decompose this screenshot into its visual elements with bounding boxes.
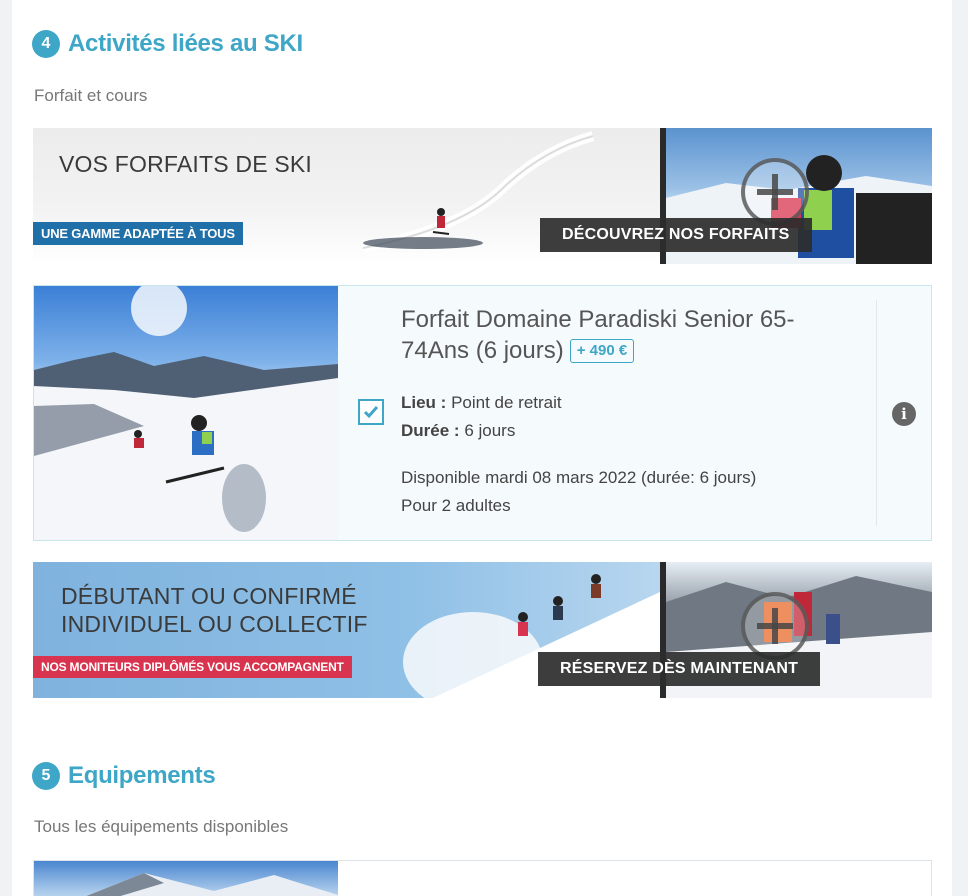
section-header-ski: 4 Activités liées au SKI (32, 30, 303, 58)
mountain-illustration (86, 873, 338, 896)
price-badge: + 490 € (569, 339, 635, 363)
product-image (34, 286, 338, 540)
equipment-product-card (33, 860, 932, 896)
checkmark-icon (363, 406, 379, 419)
banner-headline-line2: INDIVIDUEL OU COLLECTIF (61, 611, 368, 637)
product-title: Forfait Domaine Paradiski Senior 65-74An… (401, 304, 831, 366)
banner-tag: UNE GAMME ADAPTÉE À TOUS (33, 222, 243, 245)
skiers-photo-illustration (34, 286, 338, 540)
plus-icon (741, 592, 809, 660)
section-title: Activités liées au SKI (68, 30, 303, 57)
banner-headline: VOS FORFAITS DE SKI (59, 151, 313, 177)
duration-label: Durée : (401, 421, 460, 440)
duration-line: Durée : 6 jours (401, 421, 515, 441)
people-text: Pour 2 adultes (401, 496, 511, 515)
section-subtitle: Forfait et cours (34, 86, 148, 105)
plus-icon (741, 158, 809, 226)
location-line: Lieu : Point de retrait (401, 393, 562, 413)
forfait-select-checkbox[interactable] (358, 399, 384, 425)
discover-forfaits-button[interactable]: DÉCOUVREZ NOS FORFAITS (540, 218, 812, 252)
section-title: Equipements (68, 762, 216, 789)
banner-headline-line1: DÉBUTANT OU CONFIRMÉ (61, 583, 357, 609)
book-now-button[interactable]: RÉSERVEZ DÈS MAINTENANT (538, 652, 821, 686)
step-number-badge: 5 (32, 762, 60, 790)
banner-tag: NOS MONITEURS DIPLÔMÉS VOUS ACCOMPAGNENT (33, 656, 352, 678)
section-subtitle: Tous les équipements disponibles (34, 817, 289, 836)
equipment-image (34, 861, 338, 896)
cours-banner[interactable]: DÉBUTANT OU CONFIRMÉ INDIVIDUEL OU COLLE… (33, 562, 932, 698)
info-icon[interactable]: i (892, 402, 916, 426)
availability-text: Disponible mardi 08 mars 2022 (durée: 6 … (401, 468, 757, 487)
booking-panel: 4 Activités liées au SKI Forfait et cour… (12, 0, 952, 896)
section-header-equipements: 5 Equipements (32, 762, 216, 790)
step-number-badge: 4 (32, 30, 60, 58)
card-divider (876, 300, 877, 526)
location-value: Point de retrait (451, 393, 562, 412)
location-label: Lieu : (401, 393, 447, 412)
forfaits-banner[interactable]: VOS FORFAITS DE SKI UNE GAMME ADAPTÉE À … (33, 128, 932, 264)
forfait-product-card: Forfait Domaine Paradiski Senior 65-74An… (33, 285, 932, 541)
duration-value: 6 jours (464, 421, 516, 440)
